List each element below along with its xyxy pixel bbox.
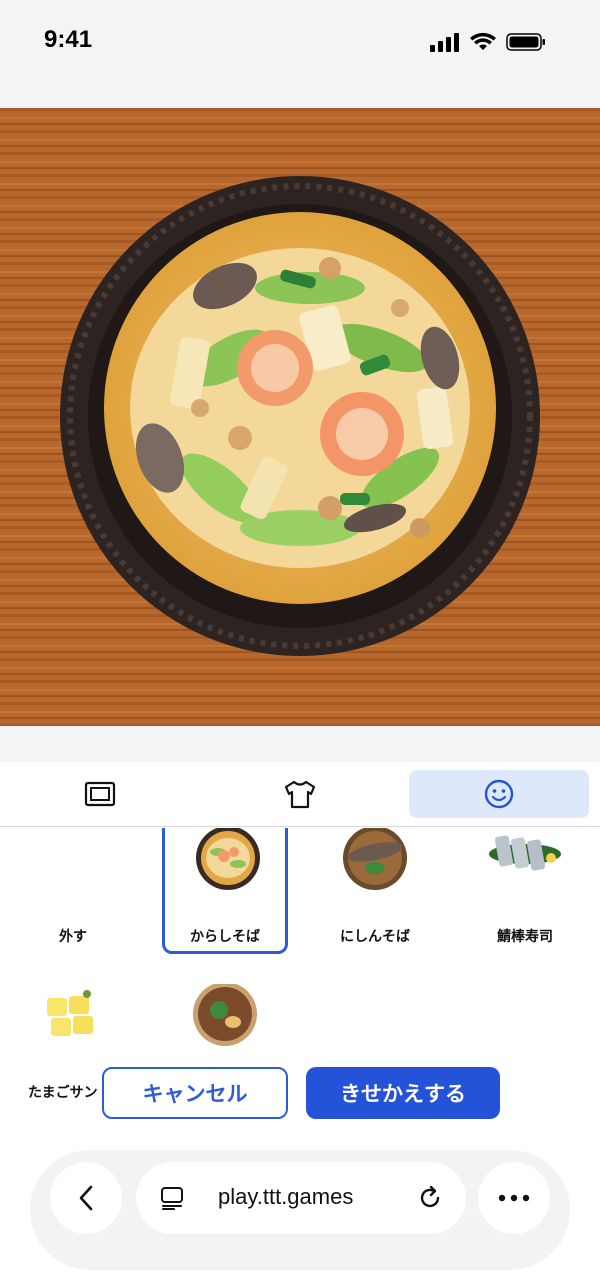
- category-tabs: [0, 762, 600, 827]
- smiley-icon: [484, 779, 514, 809]
- chevron-left-icon: [79, 1185, 93, 1211]
- item-label: からしそば: [190, 929, 260, 945]
- clock: 9:41: [44, 26, 93, 53]
- item-saba-sushi[interactable]: 鯖棒寿司: [462, 828, 588, 954]
- url-text: play.ttt.games: [218, 1184, 354, 1209]
- more-icon: [498, 1194, 530, 1202]
- tab-frame[interactable]: [10, 770, 190, 818]
- address-bar[interactable]: play.ttt.games: [136, 1162, 466, 1234]
- item-label: 鯖棒寿司: [497, 929, 553, 945]
- karashi-soba-illustration: [0, 108, 600, 726]
- battery-icon: [506, 33, 545, 51]
- more-button[interactable]: [478, 1162, 550, 1234]
- back-button[interactable]: [50, 1162, 122, 1234]
- saba-sushi-thumbnail: [489, 835, 561, 871]
- tab-clothes[interactable]: [210, 770, 390, 818]
- item-nishin-soba[interactable]: にしんそば: [312, 828, 438, 954]
- tab-face[interactable]: [409, 770, 589, 818]
- egg-sandwich-thumbnail: [47, 990, 93, 1036]
- item-karashi-soba[interactable]: からしそば: [162, 828, 288, 954]
- status-icons: [430, 32, 546, 52]
- shirt-icon: [284, 780, 316, 809]
- preview-image: [0, 108, 600, 726]
- dressup-panel: 外す からしそば にしんそば 鯖棒寿司 たまごサン キャンセル きせかえする p…: [0, 762, 600, 1284]
- browser-toolbar: play.ttt.games: [30, 1150, 570, 1270]
- reload-icon[interactable]: [416, 1184, 444, 1212]
- item-label: 外す: [59, 929, 87, 945]
- nishin-soba-thumbnail: [343, 828, 407, 890]
- status-bar: 9:41: [0, 0, 600, 108]
- karashi-soba-thumbnail: [196, 828, 260, 890]
- reader-icon: [161, 1187, 183, 1210]
- spacer: [0, 726, 600, 762]
- cancel-button[interactable]: キャンセル: [102, 1067, 288, 1119]
- ramen-thumbnail: [193, 984, 257, 1046]
- cellular-signal-icon: [430, 33, 459, 52]
- dress-up-button[interactable]: きせかえする: [306, 1067, 500, 1119]
- frame-icon: [84, 781, 116, 807]
- wifi-icon: [470, 32, 496, 50]
- item-remove[interactable]: 外す: [10, 828, 136, 954]
- item-label: にしんそば: [340, 929, 410, 945]
